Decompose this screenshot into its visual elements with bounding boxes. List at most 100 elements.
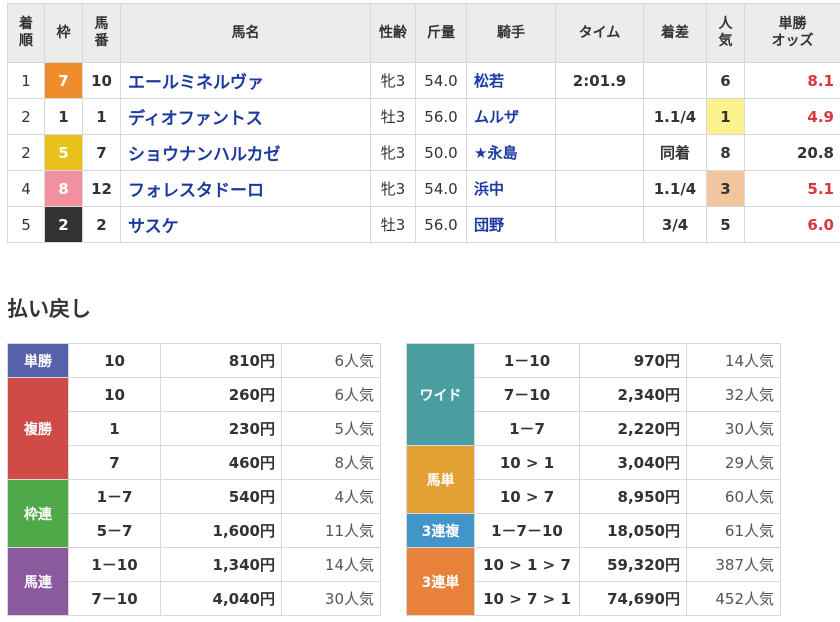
payout-popularity: 14人気 <box>686 343 781 378</box>
payout-amount: 460円 <box>160 445 282 480</box>
payout-popularity: 6人気 <box>281 343 381 378</box>
payout-table-right: ワイド 1－10 970円 14人気 7－10 2,340円 32人気 1－7 2,220円 30… <box>406 343 781 616</box>
payout-popularity: 30人気 <box>281 581 381 616</box>
payout-amount: 540円 <box>160 479 282 514</box>
results-header-row: 着順 枠 馬番 馬名 性齢 斤量 騎手 タイム 着差 人気 単勝 オッズ <box>7 3 840 63</box>
header-jockey: 騎手 <box>466 3 556 63</box>
payout-row: 単勝 10 810円 6人気 <box>7 343 381 378</box>
payout-label: 馬単 <box>406 445 475 514</box>
payout-combination: 1－7－10 <box>474 513 580 548</box>
payout-amount: 1,340円 <box>160 547 282 582</box>
popularity-cell: 1 <box>706 98 745 135</box>
payout-popularity: 32人気 <box>686 377 781 412</box>
horse-name-link[interactable]: フォレスタドーロ <box>120 170 371 207</box>
rank-cell: 1 <box>7 62 45 99</box>
header-waku: 枠 <box>44 3 83 63</box>
payout-amount: 8,950円 <box>579 479 687 514</box>
payout-popularity: 5人気 <box>281 411 381 446</box>
header-time: タイム <box>555 3 644 63</box>
payout-row: 馬単 10 > 1 3,040円 29人気 <box>406 445 781 514</box>
race-results-table: 着順 枠 馬番 馬名 性齢 斤量 騎手 タイム 着差 人気 単勝 オッズ 1 7 10… <box>7 3 840 243</box>
payout-row: 3連単 10 > 1 > 7 59,320円 387人気 <box>406 547 781 616</box>
odds-cell: 5.1 <box>744 170 840 207</box>
weight-cell: 54.0 <box>415 170 467 207</box>
payout-combination: 10 <box>68 343 161 378</box>
time-cell: 2:01.9 <box>555 62 644 99</box>
time-cell <box>555 98 644 135</box>
payout-row: 枠連 1－7 540円 4人気 <box>7 479 381 548</box>
sexage-cell: 牝3 <box>370 134 416 171</box>
waku-cell: 8 <box>44 170 83 207</box>
sexage-cell: 牝3 <box>370 170 416 207</box>
weight-cell: 50.0 <box>415 134 467 171</box>
payout-label: 3連単 <box>406 547 475 616</box>
odds-cell: 8.1 <box>744 62 840 99</box>
header-odds: 単勝 オッズ <box>744 3 840 63</box>
payout-popularity: 11人気 <box>281 513 381 548</box>
payout-row: 複勝 10 260円 6人気 <box>7 377 381 480</box>
umaban-cell: 7 <box>82 134 121 171</box>
rank-cell: 5 <box>7 206 45 243</box>
payout-table-left: 単勝 10 810円 6人気 複勝 10 260円 6人気 1 230円 5人気 7 460円 8人気 枠連… <box>7 343 381 616</box>
payout-amount: 230円 <box>160 411 282 446</box>
payout-amount: 810円 <box>160 343 282 378</box>
margin-cell: 同着 <box>643 134 707 171</box>
jockey-link[interactable]: ムルザ <box>466 98 556 135</box>
payout-amount: 1,600円 <box>160 513 282 548</box>
payout-title: 払い戻し <box>7 297 91 321</box>
jockey-link[interactable]: 松若 <box>466 62 556 99</box>
sexage-cell: 牡3 <box>370 206 416 243</box>
result-row: 4 8 12 フォレスタドーロ 牝3 54.0 浜中 1.1/4 3 5.1 <box>7 170 840 207</box>
payout-amount: 74,690円 <box>579 581 687 616</box>
payout-combination: 7 <box>68 445 161 480</box>
payout-combination: 10 <box>68 377 161 412</box>
payout-popularity: 61人気 <box>686 513 781 548</box>
result-row: 5 2 2 サスケ 牡3 56.0 団野 3/4 5 6.0 <box>7 206 840 243</box>
horse-name-link[interactable]: ショウナンハルカゼ <box>120 134 371 171</box>
horse-name-link[interactable]: エールミネルヴァ <box>120 62 371 99</box>
time-cell <box>555 134 644 171</box>
odds-cell: 6.0 <box>744 206 840 243</box>
odds-cell: 4.9 <box>744 98 840 135</box>
jockey-link[interactable]: ★永島 <box>466 134 556 171</box>
header-horse: 馬名 <box>120 3 371 63</box>
payout-amount: 970円 <box>579 343 687 378</box>
payout-combination: 10 > 7 <box>474 479 580 514</box>
payout-row: 馬連 1－10 1,340円 14人気 <box>7 547 381 616</box>
horse-name-link[interactable]: ディオファントス <box>120 98 371 135</box>
payout-amount: 59,320円 <box>579 547 687 582</box>
payout-popularity: 8人気 <box>281 445 381 480</box>
umaban-cell: 10 <box>82 62 121 99</box>
odds-cell: 20.8 <box>744 134 840 171</box>
horse-name-link[interactable]: サスケ <box>120 206 371 243</box>
payout-amount: 18,050円 <box>579 513 687 548</box>
payout-amount: 4,040円 <box>160 581 282 616</box>
payout-popularity: 452人気 <box>686 581 781 616</box>
payout-combination: 1－10 <box>68 547 161 582</box>
payout-combination: 10 > 1 > 7 <box>474 547 580 582</box>
payout-amount: 2,340円 <box>579 377 687 412</box>
margin-cell: 1.1/4 <box>643 170 707 207</box>
margin-cell <box>643 62 707 99</box>
header-pop: 人気 <box>706 3 745 63</box>
umaban-cell: 1 <box>82 98 121 135</box>
jockey-link[interactable]: 団野 <box>466 206 556 243</box>
weight-cell: 56.0 <box>415 206 467 243</box>
payout-label: 枠連 <box>7 479 69 548</box>
payout-combination: 7－10 <box>474 377 580 412</box>
popularity-cell: 8 <box>706 134 745 171</box>
payout-combination: 1－10 <box>474 343 580 378</box>
payout-combination: 1－7 <box>474 411 580 446</box>
header-margin: 着差 <box>643 3 707 63</box>
payout-popularity: 60人気 <box>686 479 781 514</box>
payout-combination: 5－7 <box>68 513 161 548</box>
weight-cell: 54.0 <box>415 62 467 99</box>
popularity-cell: 5 <box>706 206 745 243</box>
jockey-link[interactable]: 浜中 <box>466 170 556 207</box>
payout-popularity: 14人気 <box>281 547 381 582</box>
payout-popularity: 4人気 <box>281 479 381 514</box>
rank-cell: 2 <box>7 134 45 171</box>
payout-combination: 10 > 1 <box>474 445 580 480</box>
header-rank: 着順 <box>7 3 45 63</box>
margin-cell: 1.1/4 <box>643 98 707 135</box>
